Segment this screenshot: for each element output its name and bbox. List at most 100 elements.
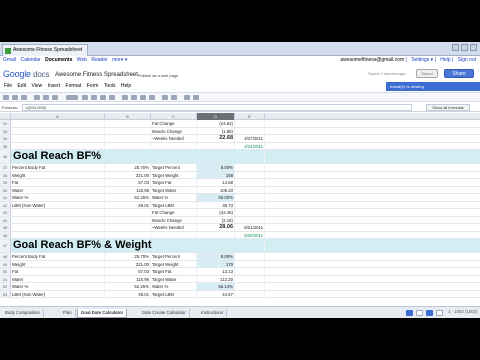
cell-b[interactable] — [105, 127, 151, 134]
column-header-c[interactable]: C — [151, 113, 197, 120]
column-header-e[interactable]: E — [235, 113, 265, 120]
menu-insert[interactable]: Insert — [48, 83, 61, 89]
cell-e[interactable] — [235, 253, 265, 260]
cell-a[interactable] — [11, 135, 105, 142]
row-number[interactable]: 42 — [0, 201, 11, 208]
currency-icon[interactable] — [34, 95, 40, 100]
strikethrough-icon[interactable] — [91, 95, 97, 100]
first-page-icon[interactable] — [406, 310, 413, 316]
publish-link[interactable]: Publish as a web page — [138, 73, 178, 78]
share-button[interactable]: Share — [444, 69, 474, 78]
delete-row-icon[interactable] — [171, 95, 177, 100]
row-number[interactable]: 39 — [0, 179, 11, 186]
sum-icon[interactable] — [184, 95, 190, 100]
undo-icon[interactable] — [12, 95, 18, 100]
close-button[interactable] — [470, 44, 477, 51]
cell-a[interactable]: Weight — [11, 260, 105, 267]
corner-cell[interactable] — [0, 113, 11, 120]
row-number[interactable]: 40 — [0, 186, 11, 193]
minimize-button[interactable] — [452, 44, 459, 51]
cell-a[interactable] — [11, 209, 105, 216]
gbar-gmail[interactable]: Gmail — [3, 57, 16, 63]
cell-b[interactable]: 52.25% — [105, 283, 151, 290]
row-number[interactable]: 38 — [0, 171, 11, 178]
row-number[interactable]: 50 — [0, 268, 11, 275]
redo-icon[interactable] — [21, 95, 27, 100]
borders-icon[interactable] — [122, 95, 128, 100]
cell-b[interactable]: 221.00 — [105, 260, 151, 267]
cell-b[interactable] — [105, 216, 151, 223]
cell-c[interactable] — [151, 142, 197, 149]
maximize-button[interactable] — [461, 44, 468, 51]
menu-file[interactable]: File — [4, 83, 12, 89]
cell-c[interactable]: Target Water — [151, 275, 197, 282]
browser-tab[interactable]: Awesome Fitness Spreadsheet — [2, 44, 88, 56]
sheet-tab[interactable]: Body Composition — [2, 309, 44, 318]
cell-e[interactable] — [235, 164, 265, 171]
cell-d[interactable]: 8.00% — [197, 253, 235, 260]
cell-d[interactable]: 109.20 — [197, 186, 235, 193]
cell-e[interactable] — [235, 268, 265, 275]
row-number[interactable]: 52 — [0, 283, 11, 290]
menu-form[interactable]: Form — [87, 83, 99, 89]
cell-a[interactable]: Water % — [11, 194, 105, 201]
cell-a[interactable]: Water % — [11, 283, 105, 290]
cell-d[interactable]: (24.62) — [197, 120, 235, 127]
viewers-notice[interactable]: Install(1) is viewing — [386, 82, 480, 91]
cell-c[interactable]: Muscle Change — [151, 127, 197, 134]
gbar-documents[interactable]: Documents — [45, 57, 72, 63]
cell-b[interactable]: 221.00 — [105, 171, 151, 178]
cell-c[interactable]: Target Weight — [151, 171, 197, 178]
row-number[interactable]: 37 — [0, 164, 11, 171]
gbar-web[interactable]: Web — [77, 57, 87, 63]
cell-e[interactable] — [235, 201, 265, 208]
cell-c[interactable]: Water % — [151, 194, 197, 201]
cell-b[interactable]: 115.96 — [105, 186, 151, 193]
row-number[interactable]: 51 — [0, 275, 11, 282]
row-number[interactable]: 53 — [0, 290, 11, 297]
signout-link[interactable]: Sign out — [458, 57, 476, 63]
cell-a[interactable]: Water — [11, 186, 105, 193]
cell-e[interactable] — [235, 171, 265, 178]
row-number[interactable]: 48 — [0, 253, 11, 260]
cell-a[interactable]: Fat — [11, 179, 105, 186]
cell-e[interactable] — [235, 275, 265, 282]
percent-icon[interactable] — [43, 95, 49, 100]
spreadsheet-grid[interactable]: A B C D E 32 Fat Change (24.62) 33 Muscle Ch… — [0, 113, 480, 306]
text-color-icon[interactable] — [100, 95, 106, 100]
cell-e[interactable] — [235, 290, 265, 297]
cell-d[interactable]: 44.67 — [197, 290, 235, 297]
row-number[interactable]: 47 — [0, 239, 11, 252]
row-number[interactable]: 34 — [0, 135, 11, 142]
cell-d[interactable]: 66.14% — [197, 283, 235, 290]
cell-c[interactable]: Muscle Change — [151, 216, 197, 223]
row-number[interactable]: 35 — [0, 142, 11, 149]
cell-b[interactable] — [105, 231, 151, 238]
fill-color-icon[interactable] — [109, 95, 115, 100]
cell-e[interactable] — [235, 179, 265, 186]
align-icon[interactable] — [131, 95, 137, 100]
cell-d[interactable]: 168 — [197, 171, 235, 178]
section-title-cell[interactable]: Goal Reach BF% & Weight — [11, 239, 265, 252]
sheet-tab-active[interactable]: Goal Date Calculator — [77, 309, 128, 318]
menu-help[interactable]: Help — [121, 83, 131, 89]
cell-a[interactable]: LBM (Non Water) — [11, 290, 105, 297]
font-size-dropdown[interactable] — [66, 95, 78, 100]
row-number[interactable]: 44 — [0, 216, 11, 223]
cell-c[interactable]: Target Percent — [151, 253, 197, 260]
cell-e[interactable] — [235, 120, 265, 127]
cell-c[interactable]: Target LBM — [151, 290, 197, 297]
cell-b[interactable]: 25.70% — [105, 164, 151, 171]
cell-b[interactable]: 57.03 — [105, 179, 151, 186]
cell-c[interactable]: Target LBM — [151, 201, 197, 208]
cell-b[interactable] — [105, 142, 151, 149]
cell-d[interactable]: (2.18) — [197, 216, 235, 223]
settings-link[interactable]: Settings ▾ — [411, 57, 433, 63]
cell-a[interactable]: LBM (Non Water) — [11, 201, 105, 208]
cell-e[interactable] — [235, 186, 265, 193]
cell-c[interactable]: Target Fat — [151, 268, 197, 275]
cell-c[interactable]: Target Water — [151, 186, 197, 193]
cell-c[interactable]: Fat Change — [151, 120, 197, 127]
cell-c[interactable]: ~Weeks Needed — [151, 135, 197, 142]
cell-e[interactable]: 5/29/2011 — [235, 231, 265, 238]
